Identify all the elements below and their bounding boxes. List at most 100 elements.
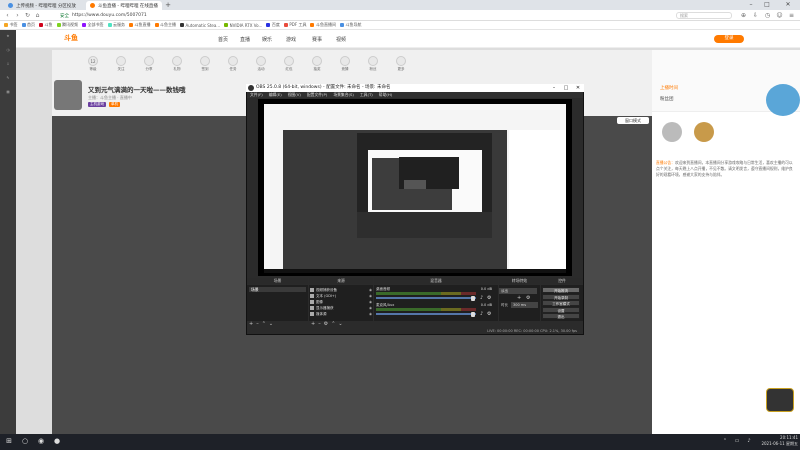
nav-games[interactable]: 游戏 bbox=[286, 36, 296, 43]
forward-icon[interactable]: › bbox=[14, 12, 21, 19]
duration-input[interactable]: 300 ms bbox=[511, 302, 538, 308]
room-action-icon[interactable]: 12 等级 bbox=[86, 56, 100, 72]
sidebar-history-icon[interactable]: ◷ bbox=[0, 48, 16, 62]
sidebar-favorite-icon[interactable]: ★ bbox=[0, 34, 16, 48]
bookmark-item[interactable]: 百度 bbox=[266, 22, 280, 28]
bookmark-item[interactable]: 腾讯视频 bbox=[56, 22, 78, 28]
volume-knob[interactable] bbox=[471, 295, 475, 301]
bookmark-item[interactable]: 书签 bbox=[4, 22, 18, 28]
login-button[interactable]: 登录 bbox=[714, 35, 744, 43]
room-action-icon[interactable]: 红包 bbox=[282, 56, 296, 72]
tag[interactable]: 主机游戏 bbox=[88, 102, 106, 107]
obs-close-button[interactable]: ✕ bbox=[572, 84, 584, 92]
remove-scene-icon[interactable]: – bbox=[256, 321, 259, 327]
streamer-avatar[interactable] bbox=[54, 80, 82, 110]
room-action-icon[interactable]: 关注 bbox=[114, 56, 128, 72]
obs-control-button[interactable]: 工作室模式 bbox=[542, 300, 580, 306]
source-settings-icon[interactable]: ⚙ bbox=[324, 321, 328, 327]
eye-icon[interactable]: ◉ bbox=[369, 311, 372, 317]
obs-control-button[interactable]: 退出 bbox=[542, 313, 580, 319]
tray-up-icon[interactable]: ⌃ bbox=[720, 436, 730, 447]
tag[interactable]: 单机 bbox=[109, 102, 120, 107]
speaker-icon[interactable]: ♪ bbox=[480, 295, 483, 301]
rank-avatar[interactable] bbox=[694, 122, 714, 142]
browser-search-input[interactable]: 搜索 bbox=[676, 12, 732, 19]
nav-live[interactable]: 直播 bbox=[240, 36, 250, 43]
move-up-icon[interactable]: ⌃ bbox=[331, 321, 335, 327]
browser-tab[interactable]: 上传视频 - 哔哩哔哩 分区投放 bbox=[4, 1, 84, 10]
room-action-icon[interactable]: 竞猜 bbox=[338, 56, 352, 72]
room-action-icon[interactable]: 礼物 bbox=[170, 56, 184, 72]
move-down-icon[interactable]: ⌄ bbox=[338, 321, 342, 327]
obs-menu-item[interactable]: 视图(V) bbox=[288, 92, 301, 98]
add-source-icon[interactable]: + bbox=[311, 321, 315, 327]
room-action-icon[interactable]: 活动 bbox=[254, 56, 268, 72]
obs-control-button[interactable]: 开始录制 bbox=[542, 293, 580, 300]
volume-slider[interactable] bbox=[376, 297, 476, 299]
add-scene-icon[interactable]: + bbox=[249, 321, 253, 327]
move-down-icon[interactable]: ⌄ bbox=[269, 321, 273, 327]
scene-item[interactable]: 场景 bbox=[249, 287, 306, 292]
close-window-button[interactable]: ✕ bbox=[776, 0, 800, 10]
nav-entertainment[interactable]: 娱乐 bbox=[262, 36, 272, 43]
gift-badge-icon[interactable] bbox=[766, 388, 794, 412]
window-mode-button[interactable]: 窗口模式 bbox=[617, 117, 649, 124]
add-transition-icon[interactable]: + bbox=[517, 295, 521, 301]
sidebar-app-icon[interactable]: ▦ bbox=[0, 90, 16, 104]
obs-control-button[interactable]: 设置 bbox=[542, 306, 580, 313]
fan-club-label[interactable]: 粉丝团 bbox=[660, 96, 720, 104]
obs-menu-item[interactable]: 工具(T) bbox=[360, 92, 373, 98]
volume-knob[interactable] bbox=[471, 311, 475, 317]
bookmark-item[interactable]: 斗鱼导航 bbox=[339, 22, 361, 28]
bookmark-item[interactable]: 斗鱼直播 bbox=[129, 22, 151, 28]
bookmark-item[interactable]: NVIDIA RTX Vo... bbox=[224, 23, 262, 28]
obs-minimize-button[interactable]: – bbox=[548, 84, 560, 92]
room-action-icon[interactable]: 抽奖 bbox=[310, 56, 324, 72]
taskbar-clock[interactable]: 20:11:41 2021-06-11 星期五 bbox=[756, 435, 798, 447]
obs-menu-item[interactable]: 文件(F) bbox=[250, 92, 263, 98]
gear-icon[interactable]: ⚙ bbox=[487, 311, 491, 317]
speaker-icon[interactable]: ♪ bbox=[480, 311, 483, 317]
bookmark-item[interactable]: 斗鱼主播 bbox=[154, 22, 176, 28]
sidebar-download-icon[interactable]: ⇩ bbox=[0, 62, 16, 76]
room-action-icon[interactable]: 签到 bbox=[198, 56, 212, 72]
browser-tab-active[interactable]: 斗鱼直播 - 哔哩哔哩 在线直播 bbox=[86, 1, 162, 10]
airtime-label[interactable]: 上播时间 bbox=[660, 85, 708, 93]
bookmark-item[interactable]: Automatic Stea... bbox=[180, 23, 220, 28]
transition-select[interactable]: 淡出 bbox=[499, 288, 537, 294]
home-icon[interactable]: ⌂ bbox=[34, 12, 41, 19]
bookmark-item[interactable]: 全部书签 bbox=[82, 22, 104, 28]
refresh-icon[interactable]: ↻ bbox=[24, 12, 31, 19]
transition-settings-icon[interactable]: ⚙ bbox=[526, 295, 530, 301]
bookmark-item[interactable]: PDF 工具 bbox=[283, 22, 306, 28]
menu-icon[interactable]: ≡ bbox=[788, 12, 795, 19]
minimize-window-button[interactable]: – bbox=[744, 0, 758, 10]
room-action-icon[interactable]: 更多 bbox=[394, 56, 408, 72]
room-action-icon[interactable]: 粉丝 bbox=[366, 56, 380, 72]
move-up-icon[interactable]: ⌃ bbox=[262, 321, 266, 327]
bookmark-item[interactable]: 云服务 bbox=[107, 22, 125, 28]
browser-taskbar-icon[interactable]: ◉ bbox=[36, 436, 46, 447]
new-tab-button[interactable]: + bbox=[164, 1, 172, 9]
source-item[interactable]: 媒体源 ◉ bbox=[310, 311, 372, 317]
obs-menu-item[interactable]: 帮助(H) bbox=[379, 92, 392, 98]
nav-home[interactable]: 首页 bbox=[218, 36, 228, 43]
history-icon[interactable]: ◷ bbox=[764, 12, 771, 19]
nav-video[interactable]: 视频 bbox=[336, 36, 346, 43]
maximize-window-button[interactable]: □ bbox=[760, 0, 774, 10]
room-action-icon[interactable]: 任务 bbox=[226, 56, 240, 72]
extension-icon[interactable]: ⊕ bbox=[740, 12, 747, 19]
download-icon[interactable]: ⇩ bbox=[752, 12, 759, 19]
site-logo[interactable]: 斗鱼 bbox=[64, 33, 88, 44]
rank-avatar[interactable] bbox=[662, 122, 682, 142]
windows-start-icon[interactable]: ⊞ bbox=[4, 436, 14, 447]
room-action-icon[interactable]: 分享 bbox=[142, 56, 156, 72]
bookmark-item[interactable]: 斗鱼直播间 bbox=[310, 22, 336, 28]
url-field[interactable]: 安全 https://www.douyu.com/5007071 bbox=[60, 12, 670, 19]
obs-taskbar-icon[interactable]: ● bbox=[52, 436, 62, 447]
bookmark-item[interactable]: 斗鱼 bbox=[39, 22, 53, 28]
bookmark-item[interactable]: 首页 bbox=[21, 22, 35, 28]
network-icon[interactable]: ▭ bbox=[732, 436, 742, 447]
back-icon[interactable]: ‹ bbox=[4, 12, 11, 19]
volume-icon[interactable]: ♪ bbox=[744, 436, 754, 447]
